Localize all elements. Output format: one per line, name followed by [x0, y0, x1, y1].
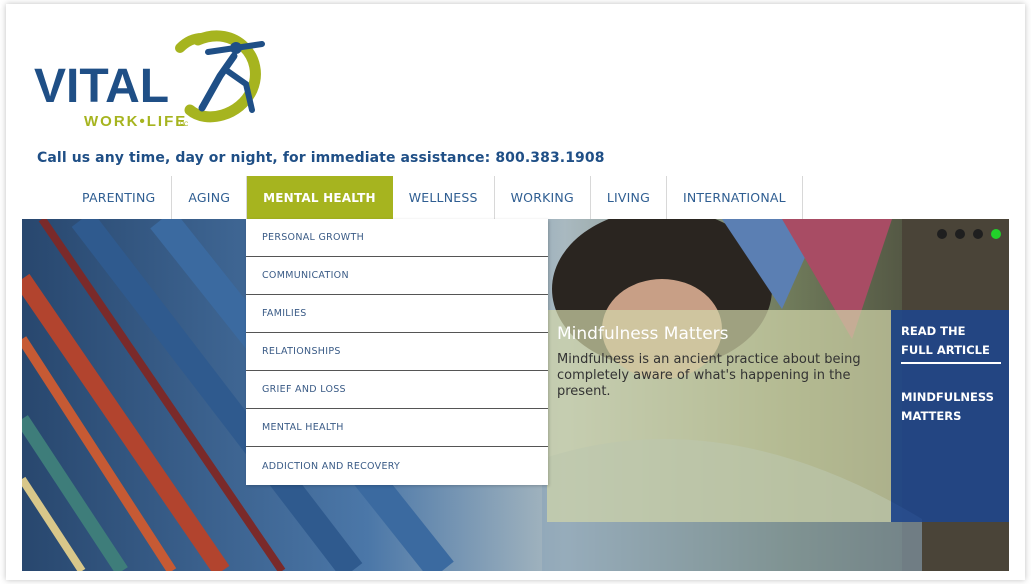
nav-item-living[interactable]: LIVING	[591, 176, 667, 219]
nav-item-wellness[interactable]: WELLNESS	[393, 176, 495, 219]
mental-health-dropdown: PERSONAL GROWTH COMMUNICATION FAMILIES R…	[246, 219, 548, 485]
page-frame: VITAL WORK•LIFE PC Call us any time, day…	[6, 4, 1025, 580]
dropdown-item-families[interactable]: FAMILIES	[246, 295, 548, 333]
feature-side-panel: READ THE FULL ARTICLE MINDFULNESS MATTER…	[891, 310, 1009, 522]
feature-title: Mindfulness Matters	[557, 324, 729, 344]
slide-dot-3[interactable]	[973, 229, 983, 239]
feature-panel: Mindfulness Matters Mindfulness is an an…	[547, 310, 891, 522]
dropdown-item-personal-growth[interactable]: PERSONAL GROWTH	[246, 219, 548, 257]
logo-word-worklife: WORK•LIFE	[84, 113, 187, 130]
slide-dot-1[interactable]	[937, 229, 947, 239]
slide-dot-2[interactable]	[955, 229, 965, 239]
logo-word-pc: PC	[180, 122, 189, 128]
dropdown-item-addiction-and-recovery[interactable]: ADDICTION AND RECOVERY	[246, 447, 548, 485]
dropdown-item-mental-health[interactable]: MENTAL HEALTH	[246, 409, 548, 447]
nav-item-working[interactable]: WORKING	[495, 176, 591, 219]
nav-item-international[interactable]: INTERNATIONAL	[667, 176, 803, 219]
dropdown-item-grief-and-loss[interactable]: GRIEF AND LOSS	[246, 371, 548, 409]
nav-item-parenting[interactable]: PARENTING	[66, 176, 173, 219]
dropdown-item-relationships[interactable]: RELATIONSHIPS	[246, 333, 548, 371]
vital-worklife-logo[interactable]: VITAL WORK•LIFE PC	[30, 18, 270, 134]
slide-dots	[937, 229, 1001, 239]
read-full-article-link[interactable]: READ THE FULL ARTICLE	[901, 322, 1001, 364]
logo-word-vital: VITAL	[34, 60, 169, 113]
main-nav: PARENTING AGING MENTAL HEALTH WELLNESS W…	[66, 176, 803, 219]
nav-item-aging[interactable]: AGING	[172, 176, 248, 219]
dropdown-item-communication[interactable]: COMMUNICATION	[246, 257, 548, 295]
call-us-banner: Call us any time, day or night, for imme…	[37, 150, 605, 166]
mindfulness-matters-link[interactable]: MINDFULNESS MATTERS	[901, 388, 1001, 426]
slide-dot-4-active[interactable]	[991, 229, 1001, 239]
feature-description: Mindfulness is an ancient practice about…	[557, 352, 861, 399]
nav-item-mental-health[interactable]: MENTAL HEALTH	[247, 176, 393, 219]
